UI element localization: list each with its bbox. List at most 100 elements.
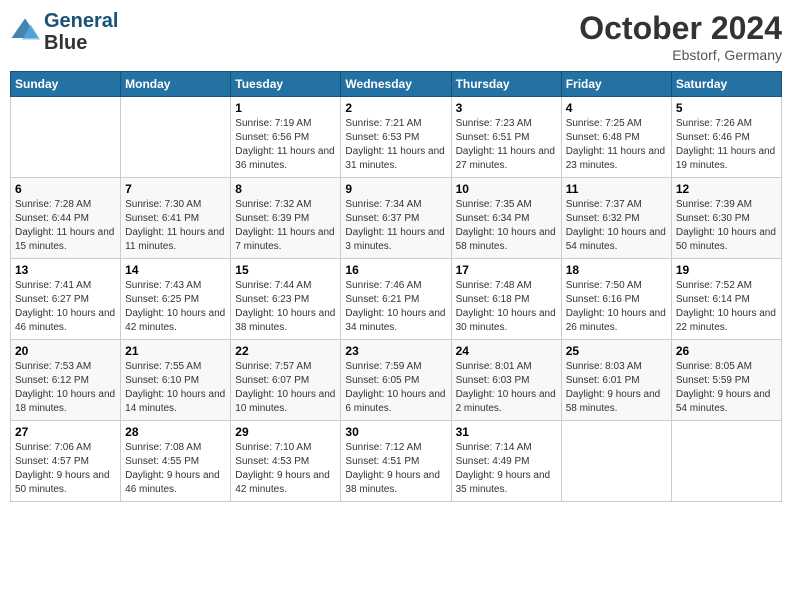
day-detail: Sunrise: 7:25 AM Sunset: 6:48 PM Dayligh…	[566, 117, 667, 173]
day-number: 2	[345, 101, 446, 115]
day-detail: Sunrise: 8:01 AM Sunset: 6:03 PM Dayligh…	[456, 360, 557, 416]
day-number: 4	[566, 101, 667, 115]
day-number: 22	[235, 344, 336, 358]
day-cell: 27Sunrise: 7:06 AM Sunset: 4:57 PM Dayli…	[11, 421, 121, 502]
day-cell: 30 Sunrise: 7:12 AM Sunset: 4:51 PM Dayli…	[341, 421, 451, 502]
day-number: 25	[566, 344, 667, 358]
day-cell: 19 Sunrise: 7:52 AM Sunset: 6:14 PM Dayli…	[671, 259, 781, 340]
day-cell: 22 Sunrise: 7:57 AM Sunset: 6:07 PM Dayli…	[231, 340, 341, 421]
day-number: 7	[125, 182, 226, 196]
day-detail: Sunrise: 7:41 AM Sunset: 6:27 PM Dayligh…	[15, 279, 116, 335]
day-cell: 4 Sunrise: 7:25 AM Sunset: 6:48 PM Daylig…	[561, 97, 671, 178]
header-saturday: Saturday	[671, 72, 781, 97]
day-number: 19	[676, 263, 777, 277]
logo-text: General Blue	[44, 10, 118, 54]
day-cell: 11Sunrise: 7:37 AM Sunset: 6:32 PM Dayli…	[561, 178, 671, 259]
day-cell: 23Sunrise: 7:59 AM Sunset: 6:05 PM Dayli…	[341, 340, 451, 421]
day-detail: Sunrise: 7:53 AM Sunset: 6:12 PM Dayligh…	[15, 360, 116, 416]
header-monday: Monday	[121, 72, 231, 97]
day-detail: Sunrise: 7:12 AM Sunset: 4:51 PM Dayligh…	[345, 441, 446, 497]
day-cell: 29Sunrise: 7:10 AM Sunset: 4:53 PM Dayli…	[231, 421, 341, 502]
logo: General Blue	[10, 10, 118, 54]
day-number: 24	[456, 344, 557, 358]
logo-icon	[10, 17, 40, 47]
day-cell	[121, 97, 231, 178]
day-number: 6	[15, 182, 116, 196]
day-number: 1	[235, 101, 336, 115]
day-cell: 2 Sunrise: 7:21 AM Sunset: 6:53 PM Daylig…	[341, 97, 451, 178]
day-detail: Sunrise: 7:21 AM Sunset: 6:53 PM Dayligh…	[345, 117, 446, 173]
day-number: 31	[456, 425, 557, 439]
week-row-2: 6 Sunrise: 7:28 AM Sunset: 6:44 PM Daylig…	[11, 178, 782, 259]
day-cell: 7 Sunrise: 7:30 AM Sunset: 6:41 PM Daylig…	[121, 178, 231, 259]
day-cell: 10Sunrise: 7:35 AM Sunset: 6:34 PM Dayli…	[451, 178, 561, 259]
day-cell: 31Sunrise: 7:14 AM Sunset: 4:49 PM Dayli…	[451, 421, 561, 502]
day-cell	[561, 421, 671, 502]
day-detail: Sunrise: 7:06 AM Sunset: 4:57 PM Dayligh…	[15, 441, 116, 497]
day-number: 26	[676, 344, 777, 358]
week-row-5: 27Sunrise: 7:06 AM Sunset: 4:57 PM Dayli…	[11, 421, 782, 502]
day-detail: Sunrise: 7:30 AM Sunset: 6:41 PM Dayligh…	[125, 198, 226, 254]
day-number: 30	[345, 425, 446, 439]
day-cell: 1 Sunrise: 7:19 AM Sunset: 6:56 PM Daylig…	[231, 97, 341, 178]
header-row: SundayMondayTuesdayWednesdayThursdayFrid…	[11, 72, 782, 97]
day-number: 14	[125, 263, 226, 277]
day-number: 3	[456, 101, 557, 115]
day-detail: Sunrise: 7:23 AM Sunset: 6:51 PM Dayligh…	[456, 117, 557, 173]
day-detail: Sunrise: 7:52 AM Sunset: 6:14 PM Dayligh…	[676, 279, 777, 335]
day-number: 9	[345, 182, 446, 196]
day-number: 20	[15, 344, 116, 358]
day-cell: 24 Sunrise: 8:01 AM Sunset: 6:03 PM Dayli…	[451, 340, 561, 421]
day-detail: Sunrise: 7:44 AM Sunset: 6:23 PM Dayligh…	[235, 279, 336, 335]
day-number: 11	[566, 182, 667, 196]
day-number: 28	[125, 425, 226, 439]
day-detail: Sunrise: 7:34 AM Sunset: 6:37 PM Dayligh…	[345, 198, 446, 254]
day-detail: Sunrise: 7:35 AM Sunset: 6:34 PM Dayligh…	[456, 198, 557, 254]
week-row-3: 13Sunrise: 7:41 AM Sunset: 6:27 PM Dayli…	[11, 259, 782, 340]
day-detail: Sunrise: 8:03 AM Sunset: 6:01 PM Dayligh…	[566, 360, 667, 416]
day-detail: Sunrise: 7:46 AM Sunset: 6:21 PM Dayligh…	[345, 279, 446, 335]
day-number: 15	[235, 263, 336, 277]
day-detail: Sunrise: 7:43 AM Sunset: 6:25 PM Dayligh…	[125, 279, 226, 335]
title-block: October 2024 Ebstorf, Germany	[579, 10, 782, 63]
day-detail: Sunrise: 7:59 AM Sunset: 6:05 PM Dayligh…	[345, 360, 446, 416]
day-detail: Sunrise: 7:57 AM Sunset: 6:07 PM Dayligh…	[235, 360, 336, 416]
day-detail: Sunrise: 7:10 AM Sunset: 4:53 PM Dayligh…	[235, 441, 336, 497]
day-detail: Sunrise: 7:48 AM Sunset: 6:18 PM Dayligh…	[456, 279, 557, 335]
day-number: 5	[676, 101, 777, 115]
header-tuesday: Tuesday	[231, 72, 341, 97]
day-cell: 6 Sunrise: 7:28 AM Sunset: 6:44 PM Daylig…	[11, 178, 121, 259]
header-thursday: Thursday	[451, 72, 561, 97]
day-cell: 25 Sunrise: 8:03 AM Sunset: 6:01 PM Dayli…	[561, 340, 671, 421]
day-detail: Sunrise: 7:39 AM Sunset: 6:30 PM Dayligh…	[676, 198, 777, 254]
day-cell: 18 Sunrise: 7:50 AM Sunset: 6:16 PM Dayli…	[561, 259, 671, 340]
month-title: October 2024	[579, 10, 782, 47]
day-detail: Sunrise: 7:19 AM Sunset: 6:56 PM Dayligh…	[235, 117, 336, 173]
week-row-4: 20 Sunrise: 7:53 AM Sunset: 6:12 PM Dayli…	[11, 340, 782, 421]
day-cell: 3 Sunrise: 7:23 AM Sunset: 6:51 PM Daylig…	[451, 97, 561, 178]
day-cell	[11, 97, 121, 178]
day-number: 12	[676, 182, 777, 196]
day-detail: Sunrise: 7:32 AM Sunset: 6:39 PM Dayligh…	[235, 198, 336, 254]
day-number: 18	[566, 263, 667, 277]
day-cell: 15 Sunrise: 7:44 AM Sunset: 6:23 PM Dayli…	[231, 259, 341, 340]
day-cell: 20 Sunrise: 7:53 AM Sunset: 6:12 PM Dayli…	[11, 340, 121, 421]
day-detail: Sunrise: 8:05 AM Sunset: 5:59 PM Dayligh…	[676, 360, 777, 416]
page-header: General Blue October 2024 Ebstorf, Germa…	[10, 10, 782, 63]
day-number: 16	[345, 263, 446, 277]
day-number: 8	[235, 182, 336, 196]
day-detail: Sunrise: 7:26 AM Sunset: 6:46 PM Dayligh…	[676, 117, 777, 173]
day-detail: Sunrise: 7:28 AM Sunset: 6:44 PM Dayligh…	[15, 198, 116, 254]
day-number: 17	[456, 263, 557, 277]
day-detail: Sunrise: 7:50 AM Sunset: 6:16 PM Dayligh…	[566, 279, 667, 335]
day-cell: 16 Sunrise: 7:46 AM Sunset: 6:21 PM Dayli…	[341, 259, 451, 340]
day-cell: 14 Sunrise: 7:43 AM Sunset: 6:25 PM Dayli…	[121, 259, 231, 340]
week-row-1: 1 Sunrise: 7:19 AM Sunset: 6:56 PM Daylig…	[11, 97, 782, 178]
header-sunday: Sunday	[11, 72, 121, 97]
header-wednesday: Wednesday	[341, 72, 451, 97]
day-cell: 21Sunrise: 7:55 AM Sunset: 6:10 PM Dayli…	[121, 340, 231, 421]
day-cell: 26 Sunrise: 8:05 AM Sunset: 5:59 PM Dayli…	[671, 340, 781, 421]
day-cell: 17 Sunrise: 7:48 AM Sunset: 6:18 PM Dayli…	[451, 259, 561, 340]
day-detail: Sunrise: 7:08 AM Sunset: 4:55 PM Dayligh…	[125, 441, 226, 497]
calendar-table: SundayMondayTuesdayWednesdayThursdayFrid…	[10, 71, 782, 502]
